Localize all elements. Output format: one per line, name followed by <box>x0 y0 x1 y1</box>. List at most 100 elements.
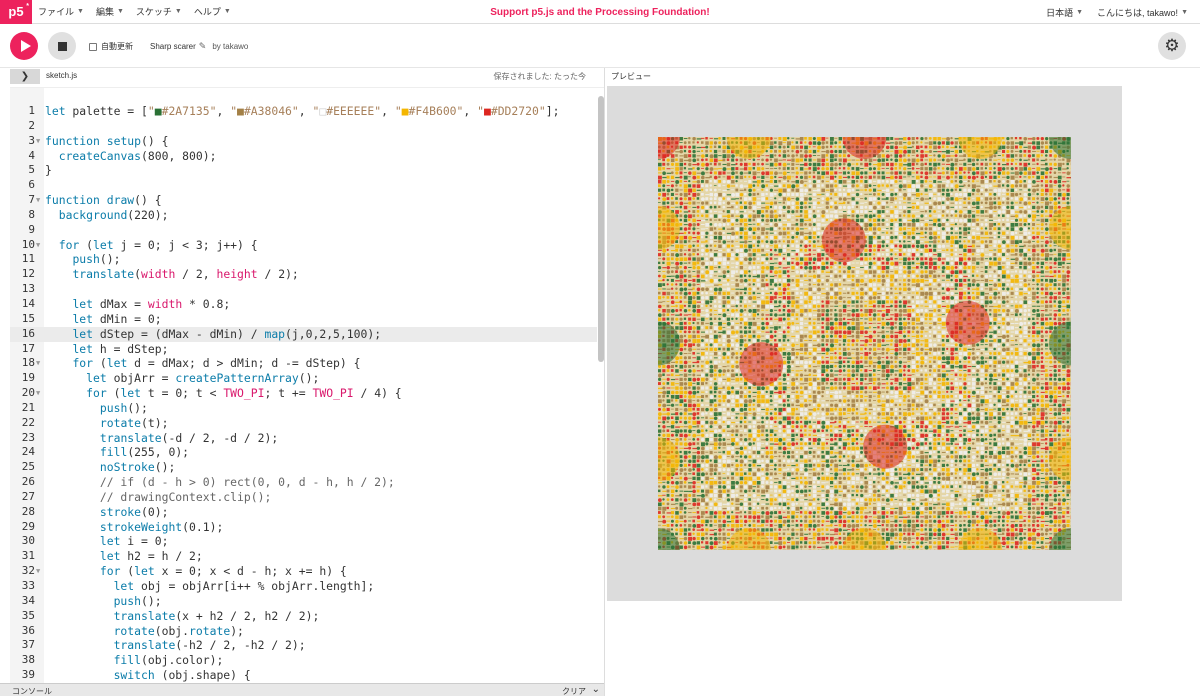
play-button[interactable] <box>10 32 38 60</box>
pattern-dot <box>855 291 859 295</box>
pattern-stroke <box>937 151 942 153</box>
code-line[interactable]: 27 // drawingContext.clip(); <box>10 490 597 505</box>
pattern-stroke <box>791 284 796 286</box>
pencil-icon[interactable]: ✎ <box>199 41 207 52</box>
pattern-dot <box>825 296 830 300</box>
sketch-name[interactable]: Sharp scarer <box>150 42 196 51</box>
fold-arrow-icon[interactable]: ▼ <box>36 386 40 401</box>
console-clear-button[interactable]: クリア <box>562 686 586 696</box>
pattern-square <box>834 171 838 175</box>
code-line[interactable]: 1 let palette = ["■#2A7135", "■#A38046", … <box>10 104 597 119</box>
fold-arrow-icon[interactable]: ▼ <box>36 356 40 371</box>
code-line[interactable]: 19 let objArr = createPatternArray(); <box>10 371 597 386</box>
code-line[interactable]: 36 rotate(obj.rotate); <box>10 624 597 639</box>
stop-button[interactable] <box>48 32 76 60</box>
code-line[interactable]: 10 ▼ for (let j = 0; j < 3; j++) { <box>10 238 597 253</box>
code-line[interactable]: 9 <box>10 223 597 238</box>
account-menu[interactable]: こんにちは, takawo! ▼ <box>1097 6 1188 19</box>
code-line[interactable]: 25 noStroke(); <box>10 460 597 475</box>
code-line[interactable]: 16 let dStep = (dMax - dMin) / map(j,0,2… <box>10 326 597 342</box>
code-line[interactable]: 22 rotate(t); <box>10 416 597 431</box>
pattern-stroke <box>838 172 843 174</box>
code-line[interactable]: 5} <box>10 163 597 178</box>
code-editor[interactable]: 1 let palette = ["■#2A7135", "■#A38046", … <box>10 87 605 683</box>
sketch-canvas[interactable] <box>658 137 1071 550</box>
pattern-square <box>683 321 687 325</box>
code-line[interactable]: 32 ▼ for (let x = 0; x < d - h; x += h) { <box>10 564 597 579</box>
code-line[interactable]: 2 <box>10 119 597 134</box>
menu-sketch[interactable]: スケッチ ▼ <box>136 5 182 18</box>
pattern-square <box>726 261 730 265</box>
pattern-dot <box>1027 317 1031 321</box>
pattern-dot <box>868 231 872 235</box>
pattern-stroke <box>774 254 779 256</box>
code-area[interactable]: 1 let palette = ["■#2A7135", "■#A38046", … <box>10 104 597 683</box>
sidebar-toggle-button[interactable]: ❯ <box>10 69 40 84</box>
code-line[interactable]: 6 <box>10 178 597 193</box>
menu-file[interactable]: ファイル ▼ <box>38 5 84 18</box>
code-line[interactable]: 13 <box>10 282 597 297</box>
code-line[interactable]: 35 translate(x + h2 / 2, h2 / 2); <box>10 609 597 624</box>
autorefresh-label: 自動更新 <box>101 42 133 51</box>
pattern-dot <box>907 321 911 325</box>
code-line[interactable]: 24 fill(255, 0); <box>10 445 597 460</box>
language-menu[interactable]: 日本語 ▼ <box>1046 6 1083 19</box>
menu-edit[interactable]: 編集 ▼ <box>96 5 124 18</box>
support-banner-link[interactable]: Support p5.js and the Processing Foundat… <box>490 7 709 18</box>
code-line[interactable]: 21 push(); <box>10 401 597 416</box>
code-line[interactable]: 34 push(); <box>10 594 597 609</box>
pattern-dot <box>847 210 852 214</box>
pattern-stroke <box>791 176 795 178</box>
code-line[interactable]: 20 ▼ for (let t = 0; t < TWO_PI; t += TWO… <box>10 386 597 401</box>
code-line[interactable]: 3 ▼ function setup() { <box>10 134 597 149</box>
sketch-author[interactable]: by takawo <box>212 42 248 51</box>
code-line[interactable]: 28 stroke(0); <box>10 505 597 520</box>
pattern-dot <box>726 184 731 188</box>
code-line[interactable]: 4 createCanvas(800, 800); <box>10 149 597 164</box>
code-line[interactable]: 37 translate(-h2 / 2, -h2 / 2); <box>10 638 597 653</box>
pattern-square <box>993 343 998 348</box>
pattern-square <box>679 330 682 333</box>
code-line[interactable]: 14 let dMax = width * 0.8; <box>10 297 597 312</box>
code-line[interactable]: 33 let obj = objArr[i++ % objArr.length]… <box>10 579 597 594</box>
fold-arrow-icon[interactable]: ▼ <box>36 238 40 253</box>
pane-divider[interactable] <box>604 68 605 696</box>
pattern-dot <box>894 141 899 145</box>
code-line[interactable]: 39 switch (obj.shape) { <box>10 668 597 683</box>
code-line[interactable]: 30 let i = 0; <box>10 534 597 549</box>
code-line[interactable]: 7 ▼ function draw() { <box>10 193 597 208</box>
autorefresh-checkbox[interactable] <box>89 42 97 51</box>
saved-status: 保存されました: たった今 <box>493 72 586 81</box>
pattern-dot <box>1014 339 1018 342</box>
pattern-dot <box>778 205 783 210</box>
pattern-dot <box>1053 162 1057 167</box>
menu-help[interactable]: ヘルプ ▼ <box>194 5 231 18</box>
code-line[interactable]: 23 translate(-d / 2, -d / 2); <box>10 431 597 446</box>
pattern-stroke <box>885 318 891 321</box>
code-line[interactable]: 17 let h = dStep; <box>10 342 597 357</box>
code-line[interactable]: 26 // if (d - h > 0) rect(0, 0, d - h, h… <box>10 475 597 490</box>
fold-arrow-icon[interactable]: ▼ <box>36 134 40 149</box>
chevron-down-icon[interactable]: ⌄ <box>592 684 600 695</box>
code-line[interactable]: 11 push(); <box>10 252 597 267</box>
code-line[interactable]: 29 strokeWeight(0.1); <box>10 520 597 535</box>
pattern-dot <box>688 253 692 257</box>
code-line[interactable]: 38 fill(obj.color); <box>10 653 597 668</box>
code-line[interactable]: 31 let h2 = h / 2; <box>10 549 597 564</box>
code-line[interactable]: 15 let dMin = 0; <box>10 312 597 327</box>
file-tab[interactable]: sketch.js <box>46 71 77 80</box>
code-line[interactable]: 12 translate(width / 2, height / 2); <box>10 267 597 282</box>
code-line[interactable]: 8 background(220); <box>10 208 597 223</box>
pattern-dot <box>722 218 727 223</box>
pattern-square <box>765 210 768 213</box>
settings-button[interactable]: ⚙ <box>1158 32 1186 60</box>
pattern-stroke <box>847 198 851 200</box>
fold-arrow-icon[interactable]: ▼ <box>36 193 40 208</box>
fold-arrow-icon[interactable]: ▼ <box>36 564 40 579</box>
code-line[interactable]: 18 ▼ for (let d = dMax; d > dMin; d -= dS… <box>10 356 597 371</box>
pattern-dot <box>692 309 697 313</box>
pattern-square <box>817 149 820 153</box>
pattern-square <box>1014 248 1018 252</box>
pattern-stroke <box>761 340 766 342</box>
p5-logo[interactable]: p5 * <box>0 0 32 24</box>
